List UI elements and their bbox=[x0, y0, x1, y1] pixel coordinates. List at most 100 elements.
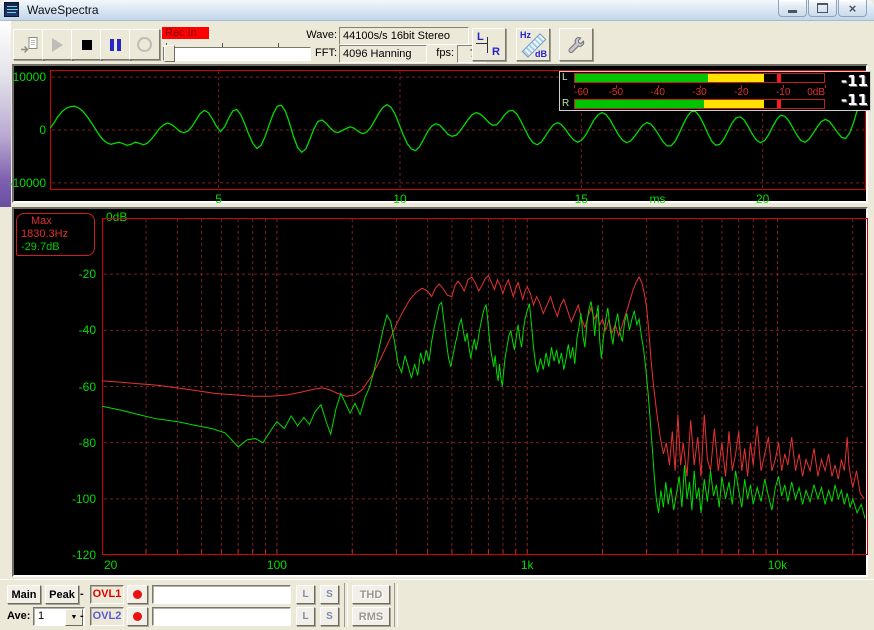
meter-scale: -60-50-40-30-20-100dB bbox=[574, 85, 825, 98]
minimize-icon bbox=[788, 10, 797, 13]
ovl1-color-dot-icon bbox=[133, 590, 142, 599]
ovl1-file-field[interactable] bbox=[152, 585, 291, 604]
meter-bar bbox=[574, 73, 825, 83]
average-select[interactable]: 1 ▼ bbox=[33, 607, 85, 626]
meter-scale-label: -10 bbox=[776, 87, 790, 98]
window-title: WaveSpectra bbox=[27, 3, 99, 17]
wave-format-box: 44100s/s 16bit Stereo bbox=[339, 27, 469, 45]
lr-channel-button[interactable]: L R bbox=[472, 28, 506, 61]
ovl2-label-box: OVL2 bbox=[90, 607, 124, 626]
rec-in-badge: Rec In bbox=[162, 27, 209, 39]
scale-hz-db-button[interactable]: Hz dB bbox=[516, 28, 550, 61]
ovl1-load-button[interactable]: L bbox=[296, 585, 315, 604]
spectrum-x-tick-label: 20 bbox=[104, 558, 117, 572]
bottom-toolbar: Main Peak - OVL1 L S THD Ave: 1 ▼ - OVL2… bbox=[0, 579, 874, 630]
ovl2-load-button[interactable]: L bbox=[296, 607, 315, 626]
pause-icon bbox=[110, 39, 121, 51]
caption-buttons: × bbox=[778, 0, 867, 17]
main-toolbar: Rec In Wave: 44100s/s 16bit Stereo FFT: … bbox=[0, 24, 874, 62]
minimize-button[interactable] bbox=[778, 0, 807, 17]
meter-scale-label: 0dB bbox=[807, 87, 825, 98]
settings-button[interactable] bbox=[559, 28, 593, 61]
ovl2-color-dot-icon bbox=[133, 612, 142, 621]
meter-bar-yellow bbox=[704, 100, 764, 108]
spectrum-panel: Max 1830.3Hz -29.7dB 0dB-20-40-60-80-100… bbox=[12, 207, 868, 577]
spectrum-y-tick-label: -100 bbox=[72, 492, 96, 506]
ovl2-dash: - bbox=[80, 607, 84, 626]
fft-setting-box: 4096 Hanning bbox=[339, 45, 427, 63]
toolbar-separator bbox=[394, 583, 398, 627]
spectrum-y-axis: 0dB-20-40-60-80-100-120 bbox=[14, 209, 98, 575]
meter-bar bbox=[574, 99, 825, 109]
fft-label: FFT: bbox=[287, 47, 337, 59]
waveform-panel: 100000-10000 5101520ms L -60-50-40-30-20… bbox=[12, 64, 868, 203]
lr-divider-icon bbox=[476, 43, 487, 44]
lr-divider-icon bbox=[487, 37, 488, 53]
wrench-icon bbox=[566, 35, 586, 55]
ovl1-color-button[interactable] bbox=[127, 585, 148, 604]
average-label: Ave: bbox=[7, 607, 30, 626]
meter-left-value: -11 bbox=[827, 72, 868, 91]
wave-label: Wave: bbox=[287, 29, 337, 41]
title-bar[interactable]: WaveSpectra × bbox=[0, 0, 874, 21]
ovl2-file-field[interactable] bbox=[152, 607, 291, 626]
spectrum-x-axis: 20 100 1k 10k bbox=[14, 558, 866, 572]
rms-button[interactable]: RMS bbox=[352, 607, 390, 626]
spectrum-x-tick-label: 100 bbox=[267, 558, 287, 572]
app-icon bbox=[4, 2, 19, 17]
play-button[interactable] bbox=[42, 29, 73, 60]
thd-button[interactable]: THD bbox=[352, 585, 390, 604]
ovl2-save-button[interactable]: S bbox=[320, 607, 339, 626]
record-button[interactable] bbox=[129, 29, 160, 60]
spectrum-y-tick-label: -80 bbox=[79, 436, 96, 450]
meter-right-value: -11 bbox=[827, 91, 868, 110]
pause-button[interactable] bbox=[100, 29, 131, 60]
wave-y-tick-label: 0 bbox=[39, 123, 46, 137]
peak-button[interactable]: Peak bbox=[45, 585, 79, 604]
toolbar-separator bbox=[344, 583, 348, 627]
spectrum-plot bbox=[102, 218, 868, 555]
level-meter: L -60-50-40-30-20-100dB R -11 -11 bbox=[559, 71, 871, 111]
spectrum-y-tick-label: -60 bbox=[79, 380, 96, 394]
spectrum-x-tick-label: 1k bbox=[521, 558, 534, 572]
wavespectra-window: { "window": {"title": "WaveSpectra"}, "t… bbox=[0, 0, 874, 629]
maximize-button[interactable] bbox=[808, 0, 837, 17]
meter-scale-label: -40 bbox=[650, 87, 664, 98]
meter-bar-green bbox=[575, 100, 704, 108]
close-icon: × bbox=[849, 2, 857, 15]
meter-right-label: R bbox=[562, 99, 573, 109]
meter-bar-green bbox=[575, 74, 708, 82]
wave-y-tick-label: -10000 bbox=[9, 176, 46, 190]
ovl1-save-button[interactable]: S bbox=[320, 585, 339, 604]
meter-scale-label: -60 bbox=[574, 87, 588, 98]
open-file-icon bbox=[19, 36, 39, 54]
stop-icon bbox=[82, 40, 92, 50]
main-button[interactable]: Main bbox=[7, 585, 41, 604]
db-label: dB bbox=[535, 49, 547, 59]
spectrum-y-tick-label: -40 bbox=[79, 323, 96, 337]
record-icon bbox=[137, 37, 152, 52]
position-slider-thumb[interactable] bbox=[164, 45, 175, 62]
spectrum-y-tick-label: -20 bbox=[79, 267, 96, 281]
lr-r-label: R bbox=[492, 46, 500, 58]
hz-label: Hz bbox=[520, 30, 531, 40]
meter-bar-yellow bbox=[708, 74, 764, 82]
meter-left-label: L bbox=[562, 73, 573, 83]
close-button[interactable]: × bbox=[838, 0, 867, 17]
average-value: 1 bbox=[38, 610, 44, 622]
fps-label: fps: bbox=[424, 47, 454, 59]
meter-scale-label: -50 bbox=[609, 87, 623, 98]
ovl2-color-button[interactable] bbox=[127, 607, 148, 626]
meter-peak-marker bbox=[777, 100, 781, 108]
wave-y-tick-label: 10000 bbox=[13, 70, 46, 84]
play-icon bbox=[52, 38, 63, 52]
waveform-y-axis: 100000-10000 bbox=[14, 66, 48, 201]
ovl1-label-box: OVL1 bbox=[90, 585, 124, 604]
spectrum-x-tick-label: 10k bbox=[768, 558, 787, 572]
meter-scale-label: -20 bbox=[734, 87, 748, 98]
lr-l-label: L bbox=[477, 31, 484, 43]
maximize-icon bbox=[817, 3, 828, 13]
stop-button[interactable] bbox=[71, 29, 102, 60]
meter-channel-row: R bbox=[562, 99, 825, 109]
open-button[interactable] bbox=[13, 29, 44, 60]
